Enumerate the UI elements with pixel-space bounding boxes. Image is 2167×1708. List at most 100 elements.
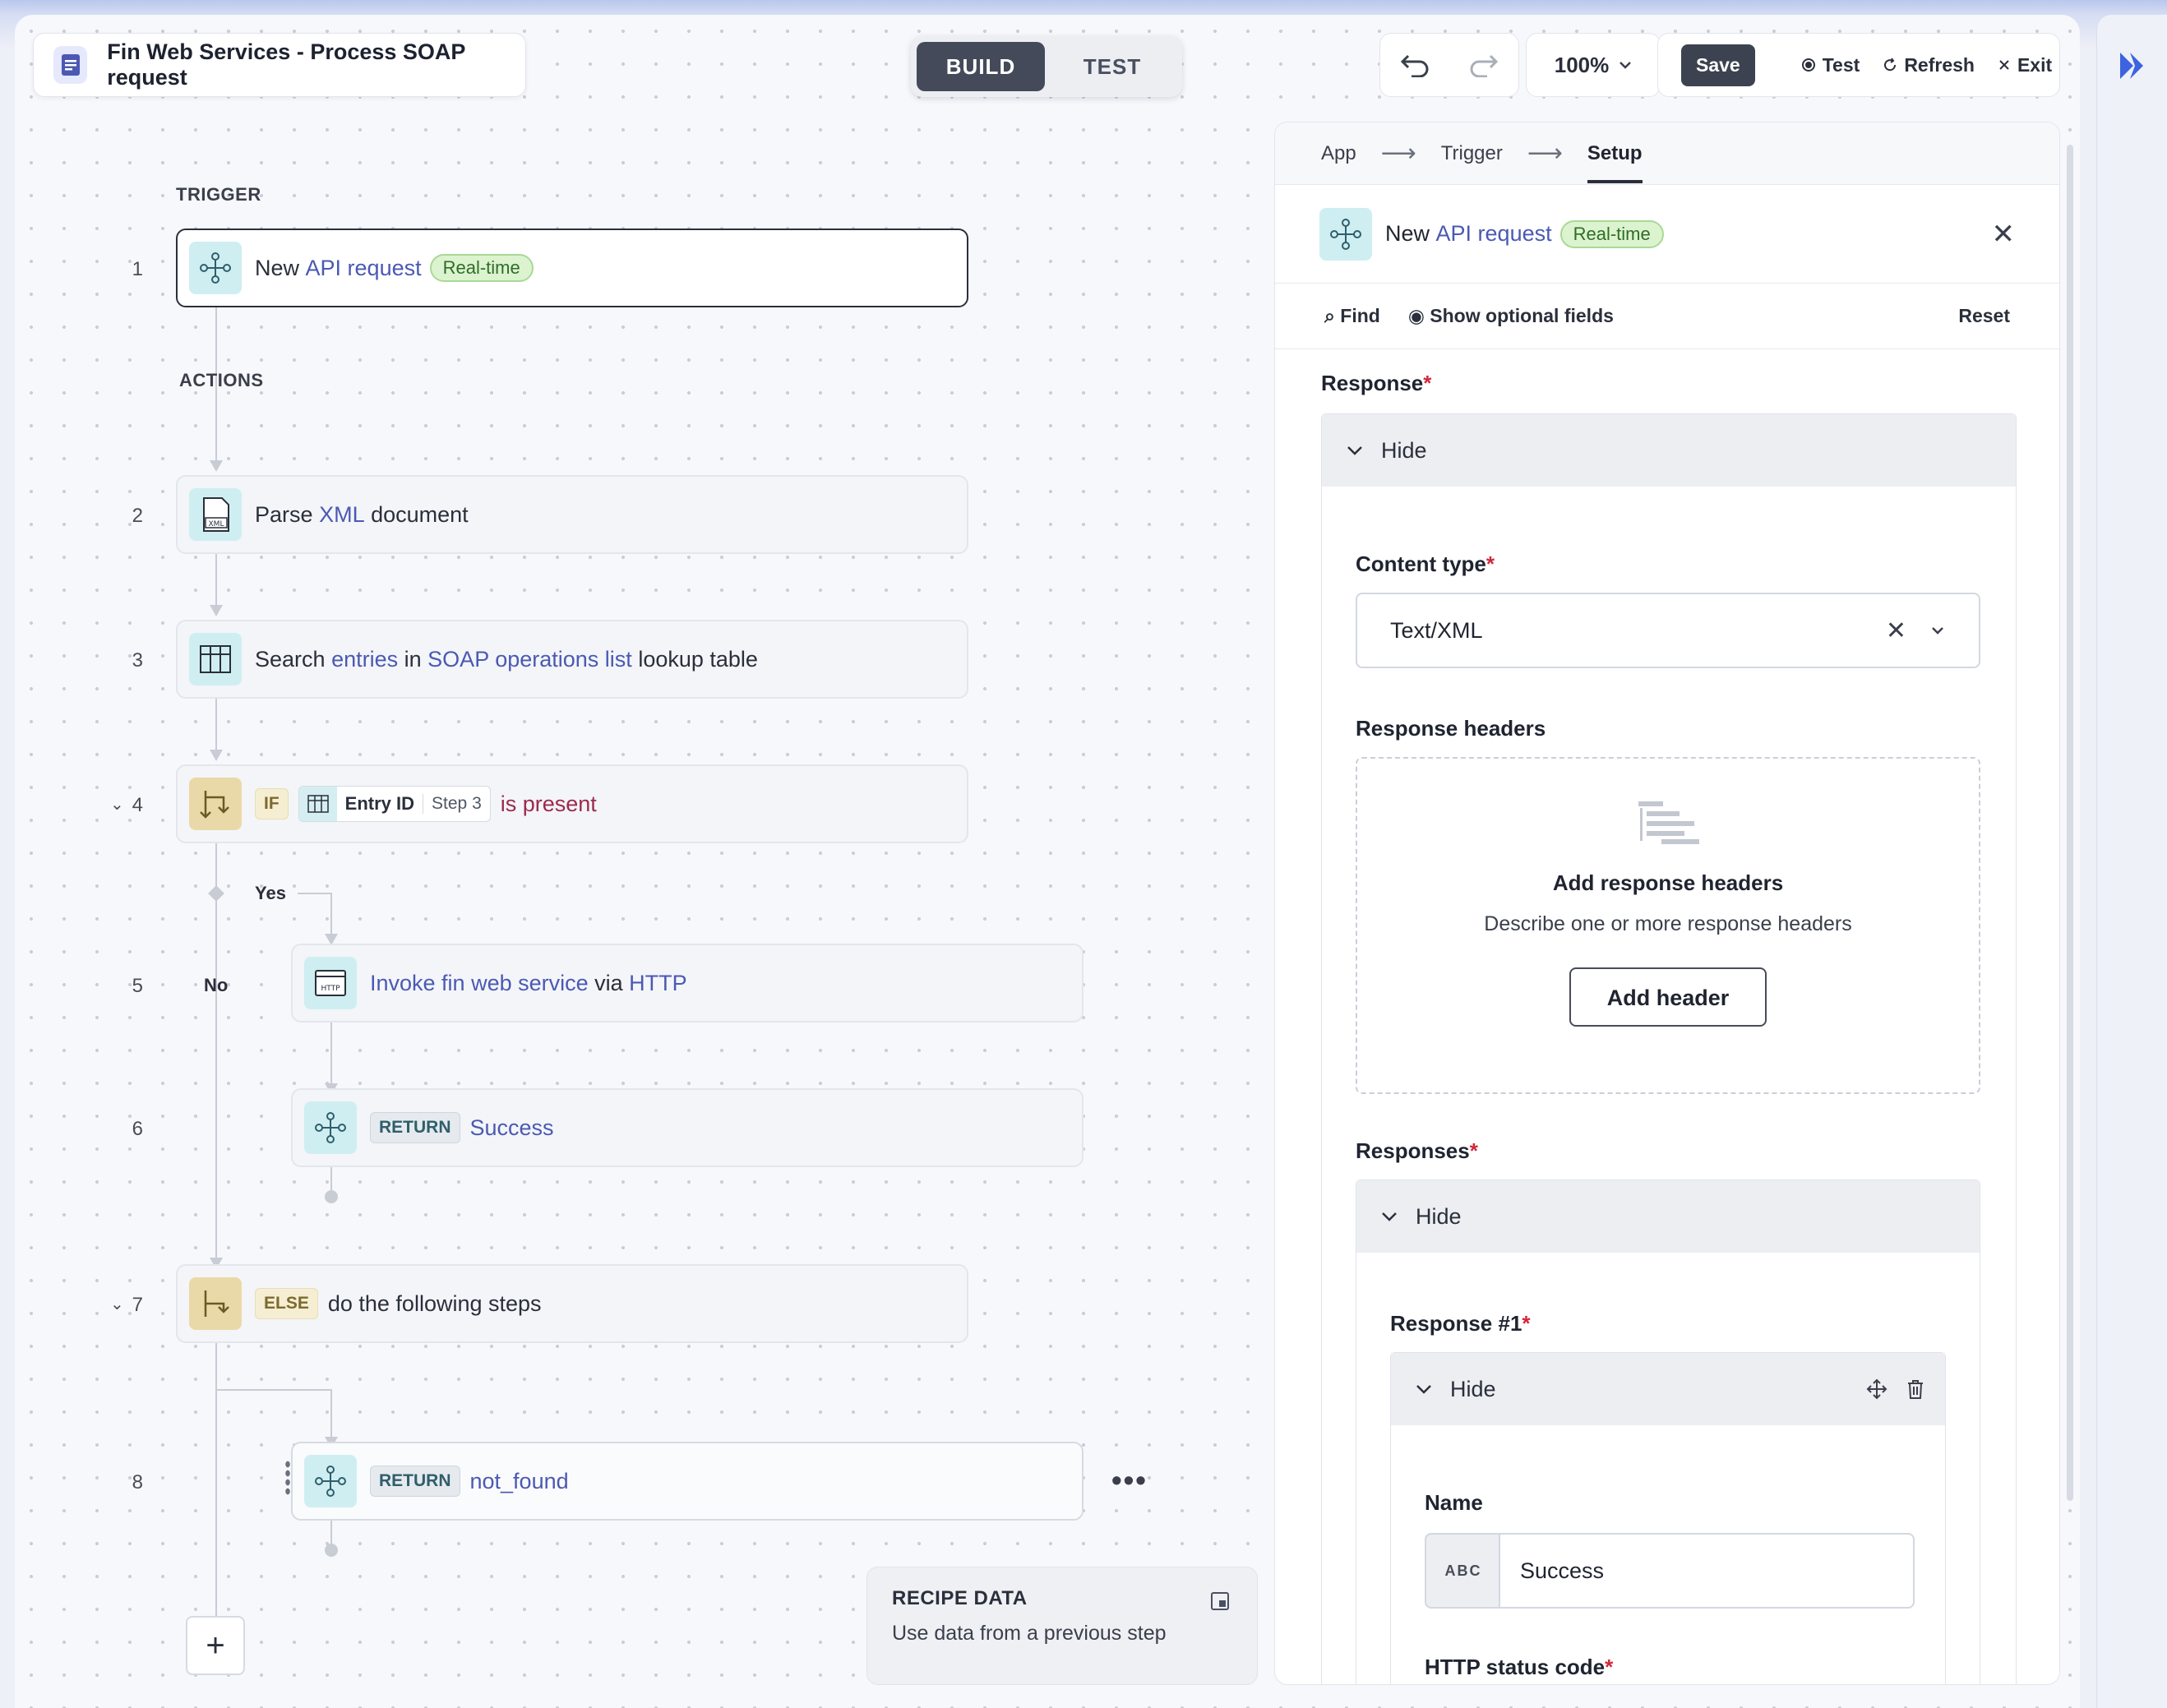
- return-step-card[interactable]: RETURN Success: [291, 1088, 1084, 1167]
- step-text: do the following steps: [327, 1290, 542, 1316]
- responses-hide-toggle[interactable]: Hide: [1356, 1180, 1980, 1253]
- datapill[interactable]: Entry ID Step 3: [298, 786, 491, 822]
- copilot-logo-icon[interactable]: [2115, 48, 2151, 84]
- panel-scrollbar[interactable]: [2067, 145, 2073, 1501]
- action-step-card[interactable]: Search entries in SOAP operations list l…: [176, 620, 968, 699]
- expand-panel-icon[interactable]: [1211, 1592, 1229, 1610]
- condition-operator: is present: [500, 791, 597, 816]
- content-type-select[interactable]: Text/XML ✕: [1356, 593, 1980, 668]
- connector-arrow: [210, 460, 223, 472]
- add-header-button[interactable]: Add header: [1569, 967, 1767, 1027]
- chevron-down-icon: [1416, 1385, 1431, 1394]
- exit-button[interactable]: Exit: [1998, 54, 2052, 76]
- show-optional-label: Show optional fields: [1430, 305, 1614, 326]
- breadcrumb-app[interactable]: App: [1321, 142, 1356, 165]
- mode-toggle: BUILD TEST: [911, 36, 1182, 97]
- undo-icon: [1400, 54, 1429, 77]
- step-link: entries: [331, 646, 399, 672]
- build-mode-button[interactable]: BUILD: [917, 42, 1045, 91]
- step-text: document: [371, 501, 469, 527]
- connector-line: [215, 552, 217, 607]
- recipe-data-panel[interactable]: RECIPE DATA Use data from a previous ste…: [866, 1567, 1258, 1685]
- step-link: Invoke fin web service: [370, 970, 589, 995]
- add-step-button[interactable]: +: [186, 1616, 245, 1675]
- action-step-card[interactable]: HTTP Invoke fin web service via HTTP: [291, 944, 1084, 1022]
- else-keyword: ELSE: [255, 1288, 318, 1319]
- move-icon[interactable]: [1866, 1378, 1887, 1400]
- step-number: 5: [132, 975, 143, 997]
- step-text: Parse: [255, 501, 313, 527]
- list-placeholder-icon: [1638, 801, 1699, 844]
- reset-button[interactable]: Reset: [1958, 305, 2010, 327]
- trash-icon[interactable]: [1906, 1378, 1925, 1400]
- more-options-icon[interactable]: •••: [1111, 1463, 1148, 1498]
- close-panel-icon[interactable]: ✕: [1992, 218, 2016, 251]
- chevron-down-icon[interactable]: [1929, 625, 1946, 635]
- if-branch-icon: [189, 778, 242, 830]
- recipe-title-card[interactable]: Fin Web Services - Process SOAP request: [33, 33, 526, 97]
- undo-button[interactable]: [1380, 34, 1449, 96]
- connector-line: [215, 1389, 332, 1391]
- recipe-title: Fin Web Services - Process SOAP request: [107, 39, 465, 90]
- breadcrumb: App ⟶ Trigger ⟶ Setup: [1275, 122, 2059, 185]
- trigger-step-card[interactable]: New API request Real-time: [176, 229, 968, 307]
- if-keyword: IF: [255, 788, 289, 819]
- step-text: Search: [255, 646, 326, 672]
- test-mode-button[interactable]: TEST: [1048, 42, 1176, 91]
- response-hide-toggle[interactable]: Hide: [1322, 414, 2016, 487]
- arrow-right-icon: ⟶: [1380, 140, 1416, 167]
- api-endpoint-icon: [304, 1455, 357, 1507]
- name-label: Name: [1425, 1490, 1483, 1515]
- trigger-section-label: TRIGGER: [176, 184, 261, 205]
- name-input[interactable]: Success: [1499, 1533, 1915, 1609]
- redo-button[interactable]: [1449, 34, 1518, 96]
- api-endpoint-icon: [304, 1101, 357, 1154]
- record-icon: [1801, 58, 1815, 72]
- breadcrumb-setup[interactable]: Setup: [1587, 142, 1643, 183]
- exit-label: Exit: [2017, 53, 2053, 76]
- step-text: via: [594, 970, 623, 995]
- field-type-badge: ABC: [1425, 1533, 1500, 1609]
- step-config-panel: App ⟶ Trigger ⟶ Setup New API request Re…: [1274, 122, 2060, 1685]
- step-text: lookup table: [638, 646, 758, 672]
- panel-header-link: API request: [1435, 221, 1552, 246]
- history-controls: [1379, 33, 1519, 97]
- hide-label: Hide: [1450, 1376, 1496, 1401]
- refresh-button[interactable]: Refresh: [1883, 54, 1975, 76]
- actions-section-label: ACTIONS: [179, 370, 264, 390]
- step-link: API request: [305, 255, 422, 280]
- save-button[interactable]: Save: [1681, 44, 1755, 86]
- response1-hide-toggle[interactable]: Hide: [1391, 1353, 1945, 1425]
- test-button[interactable]: Test: [1801, 54, 1860, 76]
- step-link: HTTP: [629, 970, 687, 995]
- api-endpoint-icon: [1319, 207, 1372, 261]
- connector-line: [215, 1391, 217, 1616]
- response1-label: Response #1*: [1390, 1311, 1531, 1336]
- else-branch-icon: [189, 1277, 242, 1330]
- zoom-select[interactable]: 100%: [1526, 33, 1661, 97]
- show-optional-fields-button[interactable]: ◉ Show optional fields: [1408, 305, 1614, 327]
- connector-line: [215, 843, 217, 1259]
- chevron-down-icon: [1347, 446, 1362, 455]
- chevron-down-icon: [1382, 1212, 1397, 1221]
- step-link: XML: [319, 501, 365, 527]
- connector-line: [330, 1389, 332, 1438]
- branch-end-dot: [325, 1544, 338, 1557]
- action-step-card[interactable]: XML Parse XML document: [176, 475, 968, 554]
- clear-icon[interactable]: ✕: [1886, 616, 1906, 645]
- connector-line: [330, 1021, 332, 1085]
- realtime-badge: Real-time: [429, 254, 534, 282]
- connector-line: [215, 1341, 217, 1391]
- recipe-data-title: RECIPE DATA: [892, 1587, 1028, 1609]
- hide-label: Hide: [1381, 437, 1427, 463]
- document-icon: [53, 46, 88, 84]
- find-button[interactable]: ⌕ Find: [1324, 305, 1380, 327]
- else-step-card[interactable]: ELSE do the following steps: [176, 1264, 968, 1343]
- return-step-card[interactable]: RETURN not_found: [291, 1442, 1084, 1521]
- step-number: 6: [132, 1118, 143, 1140]
- step-text: New: [255, 255, 300, 280]
- zoom-level: 100%: [1554, 52, 1610, 77]
- breadcrumb-trigger[interactable]: Trigger: [1441, 142, 1503, 165]
- panel-header: New API request Real-time ✕: [1275, 185, 2059, 284]
- if-step-card[interactable]: IF Entry ID Step 3 is present: [176, 764, 968, 843]
